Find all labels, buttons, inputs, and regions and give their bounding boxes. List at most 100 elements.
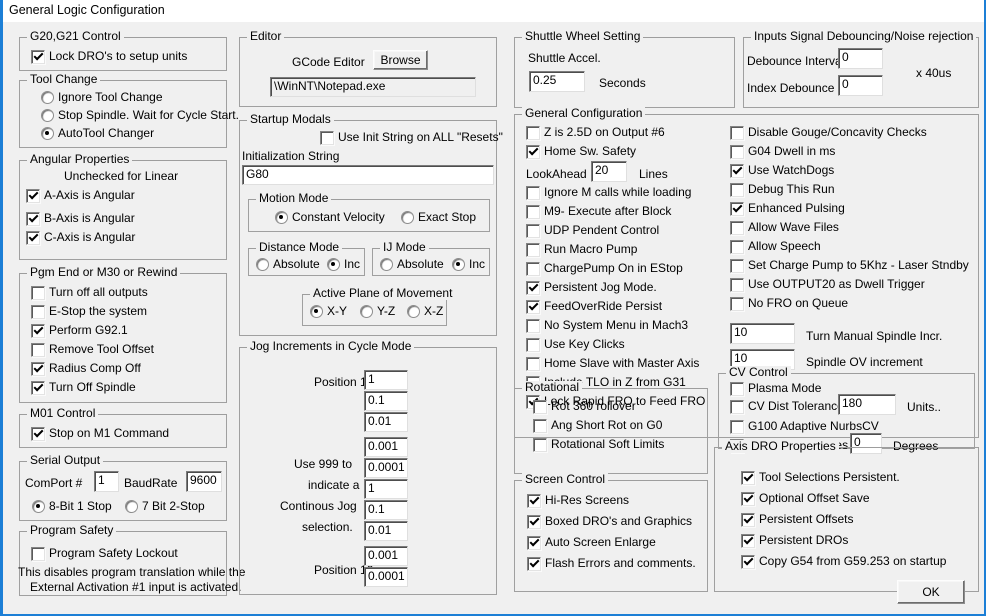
checkbox-udp-pendent-control[interactable]: UDP Pendent Control bbox=[526, 223, 659, 238]
checkbox-persistent-dros[interactable]: Persistent DROs bbox=[741, 533, 848, 548]
checkbox-auto-screen-enlarge[interactable]: Auto Screen Enlarge bbox=[527, 535, 656, 550]
cv-dist-tolerance-input[interactable]: 180 bbox=[838, 394, 896, 415]
group-tool-change: Tool Change Ignore Tool Change Stop Spin… bbox=[19, 73, 239, 148]
group-legend: Inputs Signal Debouncing/Noise rejection bbox=[751, 30, 977, 43]
jog-increment-input-2[interactable]: 0.1 bbox=[364, 391, 408, 411]
checkbox-a-axis-angular[interactable]: A-Axis is Angular bbox=[26, 188, 135, 203]
checkbox-stop-on-m1-command[interactable]: Stop on M1 Command bbox=[31, 426, 169, 441]
checkbox-program-safety-lockout[interactable]: Program Safety Lockout bbox=[31, 546, 178, 561]
jog-increment-input-8[interactable]: 0.01 bbox=[364, 521, 408, 541]
jog-increment-input-5[interactable]: 0.0001 bbox=[364, 458, 408, 478]
checkbox-allow-wave-files[interactable]: Allow Wave Files bbox=[730, 220, 839, 235]
checkbox-use-init-string-on-all-resets[interactable]: Use Init String on ALL "Resets" bbox=[320, 130, 503, 145]
checkbox-perform-g92-1[interactable]: Perform G92.1 bbox=[31, 323, 128, 338]
radio-plane-xz[interactable]: X-Z bbox=[407, 304, 443, 318]
shuttle-accel-input[interactable]: 0.25 bbox=[529, 71, 585, 92]
checkbox-rotational-soft-limits[interactable]: Rotational Soft Limits bbox=[533, 437, 664, 452]
radio-ignore-tool-change[interactable]: Ignore Tool Change bbox=[41, 90, 163, 104]
checkbox-radius-comp-off[interactable]: Radius Comp Off bbox=[31, 361, 141, 376]
radio-distance-inc[interactable]: Inc bbox=[327, 257, 360, 271]
radio-exact-stop[interactable]: Exact Stop bbox=[401, 210, 476, 224]
jog-increment-input-1[interactable]: 1 bbox=[364, 370, 408, 390]
checkbox-home-slave-with-master-axis[interactable]: Home Slave with Master Axis bbox=[526, 356, 699, 371]
baudrate-input[interactable]: 9600 bbox=[186, 471, 222, 492]
jog-increment-input-4[interactable]: 0.001 bbox=[364, 437, 408, 457]
group-angular-properties: Angular Properties Unchecked for Linear … bbox=[19, 153, 227, 260]
group-legend: Shuttle Wheel Setting bbox=[522, 30, 644, 43]
checkbox-estop-the-system[interactable]: E-Stop the system bbox=[31, 304, 147, 319]
baudrate-label: BaudRate bbox=[124, 476, 178, 490]
turn-manual-spindle-incr-input[interactable]: 10 bbox=[730, 323, 795, 344]
browse-button[interactable]: Browse bbox=[373, 50, 428, 70]
checkbox-enhanced-pulsing[interactable]: Enhanced Pulsing bbox=[730, 201, 845, 216]
ok-button[interactable]: OK bbox=[897, 580, 965, 604]
group-rotational: Rotational Rot 360 rollover Ang Short Ro… bbox=[514, 381, 708, 474]
radio-autotool-changer[interactable]: AutoTool Changer bbox=[41, 126, 154, 140]
checkbox-g04-dwell-in-ms[interactable]: G04 Dwell in ms bbox=[730, 144, 835, 159]
radio-constant-velocity[interactable]: Constant Velocity bbox=[275, 210, 385, 224]
lookahead-input[interactable]: 20 bbox=[591, 161, 627, 182]
checkbox-home-sw-safety[interactable]: Home Sw. Safety bbox=[526, 144, 636, 159]
checkbox-allow-speech[interactable]: Allow Speech bbox=[730, 239, 821, 254]
jog-increment-input-10[interactable]: 0.0001 bbox=[364, 567, 408, 587]
checkbox-tool-selections-persistent[interactable]: Tool Selections Persistent. bbox=[741, 470, 900, 485]
checkbox-debug-this-run[interactable]: Debug This Run bbox=[730, 182, 835, 197]
radio-ij-inc[interactable]: Inc bbox=[452, 257, 485, 271]
checkbox-rot-360-rollover[interactable]: Rot 360 rollover bbox=[533, 399, 636, 414]
checkbox-ignore-m-calls-while-loading[interactable]: Ignore M calls while loading bbox=[526, 185, 691, 200]
radio-plane-yz[interactable]: Y-Z bbox=[360, 304, 395, 318]
checkbox-set-charge-pump-5khz[interactable]: Set Charge Pump to 5Khz - Laser Stndby bbox=[730, 258, 969, 273]
window-title: General Logic Configuration bbox=[9, 3, 165, 17]
checkbox-use-key-clicks[interactable]: Use Key Clicks bbox=[526, 337, 625, 352]
checkbox-m9-execute-after-block[interactable]: M9- Execute after Block bbox=[526, 204, 671, 219]
checkbox-optional-offset-save[interactable]: Optional Offset Save bbox=[741, 491, 870, 506]
radio-distance-absolute[interactable]: Absolute bbox=[256, 257, 320, 271]
group-legend: General Configuration bbox=[522, 107, 646, 120]
checkbox-no-system-menu-in-mach3[interactable]: No System Menu in Mach3 bbox=[526, 318, 688, 333]
checkbox-run-macro-pump[interactable]: Run Macro Pump bbox=[526, 242, 637, 257]
checkbox-g100-adaptive-nurbscv[interactable]: G100 Adaptive NurbsCV bbox=[730, 419, 879, 434]
initialization-string-input[interactable]: G80 bbox=[242, 165, 494, 185]
jog-increment-input-9[interactable]: 0.001 bbox=[364, 546, 408, 566]
radio-stop-spindle-wait-cycle-start[interactable]: Stop Spindle. Wait for Cycle Start. bbox=[41, 108, 239, 122]
jog-increment-input-6[interactable]: 1 bbox=[364, 479, 408, 499]
radio-8bit-1-stop[interactable]: 8-Bit 1 Stop bbox=[32, 499, 112, 513]
checkbox-cv-dist-tolerance[interactable]: CV Dist Tolerance bbox=[730, 399, 844, 414]
checkbox-persistent-offsets[interactable]: Persistent Offsets bbox=[741, 512, 853, 527]
program-safety-note-line2: External Activation #1 input is activate… bbox=[30, 580, 242, 594]
checkbox-z-is-2-5d-output-6[interactable]: Z is 2.5D on Output #6 bbox=[526, 125, 665, 140]
checkbox-no-fro-on-queue[interactable]: No FRO on Queue bbox=[730, 296, 848, 311]
checkbox-use-watchdogs[interactable]: Use WatchDogs bbox=[730, 163, 834, 178]
jog-increment-input-3[interactable]: 0.01 bbox=[364, 412, 408, 432]
group-startup-modals: Startup Modals Use Init String on ALL "R… bbox=[239, 113, 503, 336]
group-serial-output: Serial Output ComPort # 1 BaudRate 9600 … bbox=[19, 454, 227, 521]
debounce-interval-input[interactable]: 0 bbox=[838, 48, 883, 69]
checkbox-turn-off-spindle[interactable]: Turn Off Spindle bbox=[31, 380, 136, 395]
checkbox-turn-off-all-outputs[interactable]: Turn off all outputs bbox=[31, 285, 148, 300]
comport-input[interactable]: 1 bbox=[94, 471, 119, 492]
checkbox-c-axis-angular[interactable]: C-Axis is Angular bbox=[26, 230, 135, 245]
checkbox-plasma-mode[interactable]: Plasma Mode bbox=[730, 381, 821, 396]
radio-ij-absolute[interactable]: Absolute bbox=[380, 257, 444, 271]
gcode-editor-path-input[interactable]: \WinNT\Notepad.exe bbox=[270, 77, 476, 97]
checkbox-hi-res-screens[interactable]: Hi-Res Screens bbox=[527, 493, 629, 508]
checkbox-chargepump-on-in-estop[interactable]: ChargePump On in EStop bbox=[526, 261, 683, 276]
checkbox-feedoverride-persist[interactable]: FeedOverRide Persist bbox=[526, 299, 662, 314]
checkbox-disable-gouge-concavity-checks[interactable]: Disable Gouge/Concavity Checks bbox=[730, 125, 927, 140]
radio-plane-xy[interactable]: X-Y bbox=[310, 304, 347, 318]
checkbox-lock-dro-setup-units[interactable]: Lock DRO's to setup units bbox=[31, 49, 187, 64]
checkbox-copy-g54-from-g59-253-on-startup[interactable]: Copy G54 from G59.253 on startup bbox=[741, 554, 946, 569]
checkbox-flash-errors-and-comments[interactable]: Flash Errors and comments. bbox=[527, 556, 696, 571]
checkbox-b-axis-angular[interactable]: B-Axis is Angular bbox=[26, 211, 135, 226]
group-screen-control: Screen Control Hi-Res Screens Boxed DRO'… bbox=[514, 473, 708, 592]
checkbox-persistent-jog-mode[interactable]: Persistent Jog Mode. bbox=[526, 280, 657, 295]
jog-hint-line4: selection. bbox=[302, 520, 353, 534]
group-legend: Tool Change bbox=[27, 73, 101, 86]
checkbox-boxed-dros-and-graphics[interactable]: Boxed DRO's and Graphics bbox=[527, 514, 692, 529]
index-debounce-input[interactable]: 0 bbox=[838, 75, 883, 96]
checkbox-ang-short-rot-on-g0[interactable]: Ang Short Rot on G0 bbox=[533, 418, 662, 433]
checkbox-use-output20-as-dwell-trigger[interactable]: Use OUTPUT20 as Dwell Trigger bbox=[730, 277, 925, 292]
radio-7bit-2-stop[interactable]: 7 Bit 2-Stop bbox=[125, 499, 205, 513]
checkbox-remove-tool-offset[interactable]: Remove Tool Offset bbox=[31, 342, 154, 357]
jog-increment-input-7[interactable]: 0.1 bbox=[364, 500, 408, 520]
